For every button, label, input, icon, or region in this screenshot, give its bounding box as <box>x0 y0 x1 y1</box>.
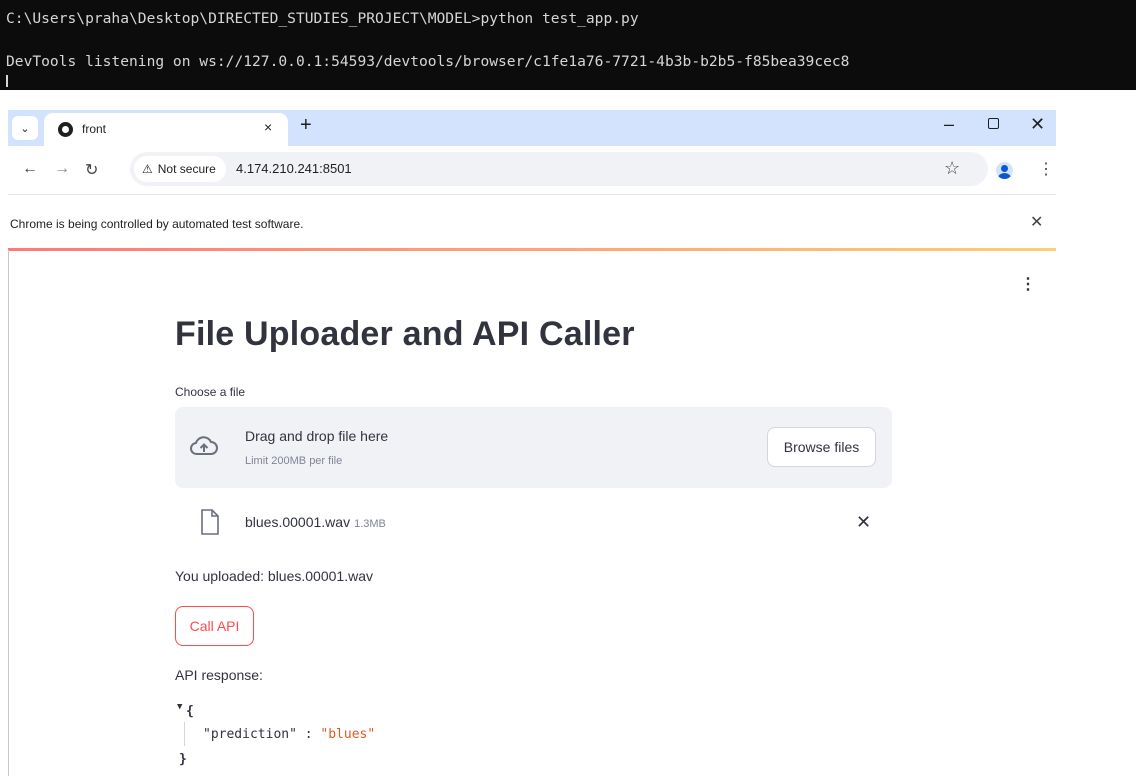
terminal-cursor <box>6 75 8 87</box>
streamlit-favicon-icon <box>58 122 73 137</box>
terminal-devtools-line: DevTools listening on ws://127.0.0.1:545… <box>6 53 850 70</box>
json-entry: "prediction" : "blues" <box>203 727 376 742</box>
kebab-menu-icon[interactable]: ⋮ <box>1020 274 1036 294</box>
uploaded-message: You uploaded: blues.00001.wav <box>175 568 373 584</box>
file-size: 1.3MB <box>354 518 386 530</box>
collapse-toggle-icon[interactable]: ▼ <box>177 702 182 712</box>
json-key: "prediction" <box>203 727 297 742</box>
tab-bar: ⌄ front × + – ✕ <box>8 110 1056 146</box>
arrow-right-icon[interactable]: → <box>54 160 70 178</box>
chevron-down-icon[interactable]: ⌄ <box>12 116 38 140</box>
url-text[interactable]: 4.174.210.241:8501 <box>236 161 352 176</box>
address-bar[interactable]: ⚠ Not secure 4.174.210.241:8501 <box>130 152 988 186</box>
file-dropzone[interactable]: Drag and drop file here Limit 200MB per … <box>175 407 892 488</box>
file-name: blues.00001.wav 1.3MB <box>245 514 386 530</box>
browse-files-button[interactable]: Browse files <box>767 427 876 467</box>
arrow-left-icon[interactable]: ← <box>22 160 38 178</box>
uploaded-file-item: blues.00001.wav 1.3MB ✕ <box>175 505 892 545</box>
window-close-button[interactable]: ✕ <box>1030 114 1045 135</box>
cloud-upload-icon <box>190 436 218 455</box>
browser-window: ⌄ front × + – ✕ ← → ↻ ⚠ Not secure 4.174… <box>8 110 1056 776</box>
security-label: Not secure <box>157 162 216 176</box>
window-edge <box>8 250 9 776</box>
json-open-brace: { <box>186 704 194 719</box>
json-indent-guide <box>184 722 185 746</box>
infobar-text: Chrome is being controlled by automated … <box>10 217 304 231</box>
json-close-brace: } <box>179 752 187 767</box>
profile-icon[interactable] <box>996 162 1013 179</box>
response-label: API response: <box>175 667 263 683</box>
file-icon <box>201 509 219 535</box>
minimize-button[interactable]: – <box>944 114 954 135</box>
call-api-button[interactable]: Call API <box>175 606 254 646</box>
close-icon[interactable]: × <box>264 119 272 135</box>
maximize-button[interactable] <box>988 118 999 129</box>
page-title: File Uploader and API Caller <box>175 315 635 353</box>
automation-infobar: Chrome is being controlled by automated … <box>8 194 1056 248</box>
reload-icon[interactable]: ↻ <box>85 160 98 180</box>
close-icon[interactable]: ✕ <box>1030 212 1043 232</box>
terminal-command-line: C:\Users\praha\Desktop\DIRECTED_STUDIES_… <box>6 10 639 27</box>
star-icon[interactable]: ☆ <box>944 158 960 179</box>
dropzone-title: Drag and drop file here <box>245 428 389 444</box>
file-name-text: blues.00001.wav <box>245 514 351 530</box>
security-chip[interactable]: ⚠ Not secure <box>134 156 226 182</box>
terminal-window: C:\Users\praha\Desktop\DIRECTED_STUDIES_… <box>0 0 1136 90</box>
app-decoration-bar <box>8 248 1056 251</box>
uploader-label: Choose a file <box>175 385 246 399</box>
tab-title: front <box>82 122 107 136</box>
warning-triangle-icon: ⚠ <box>142 162 153 176</box>
json-value: "blues" <box>320 727 376 742</box>
remove-file-button[interactable]: ✕ <box>856 512 871 533</box>
new-tab-button[interactable]: + <box>300 114 312 137</box>
kebab-menu-icon[interactable]: ⋮ <box>1038 159 1054 179</box>
tab-front[interactable]: front × <box>44 113 288 146</box>
dropzone-limit: Limit 200MB per file <box>245 455 343 467</box>
browser-toolbar: ← → ↻ ⚠ Not secure 4.174.210.241:8501 ☆ … <box>8 146 1056 194</box>
